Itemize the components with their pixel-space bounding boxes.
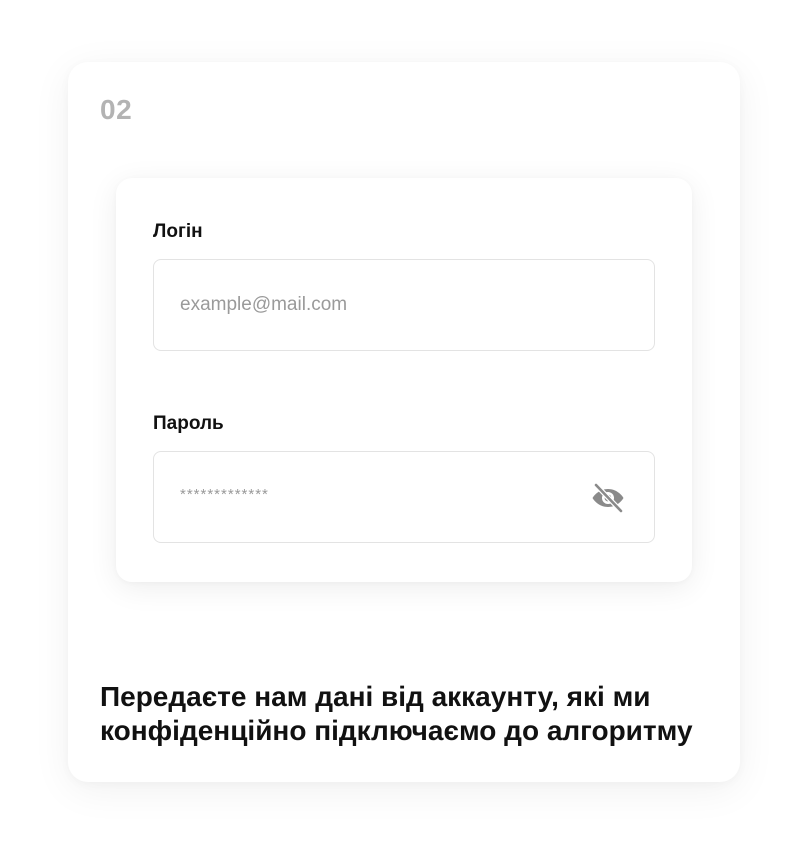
- description-line-2: конфіденційно підключаємо до алгоритму: [100, 715, 693, 746]
- step-description: Передаєте нам дані від аккаунту, які ми …: [100, 680, 720, 748]
- password-label: Пароль: [153, 413, 224, 434]
- login-input[interactable]: example@mail.com: [180, 260, 620, 350]
- description-line-1: Передаєте нам дані від аккаунту, які ми: [100, 681, 651, 712]
- stage: 02 Логін example@mail.com Пароль *******…: [0, 0, 808, 856]
- login-field[interactable]: example@mail.com: [153, 259, 655, 351]
- password-field[interactable]: *************: [153, 451, 655, 543]
- login-label: Логін: [153, 221, 203, 242]
- step-card: 02 Логін example@mail.com Пароль *******…: [68, 62, 740, 782]
- step-number: 02: [100, 94, 133, 125]
- eye-off-icon[interactable]: [590, 482, 626, 514]
- password-input[interactable]: *************: [180, 452, 560, 542]
- login-form-card: Логін example@mail.com Пароль **********…: [116, 178, 692, 582]
